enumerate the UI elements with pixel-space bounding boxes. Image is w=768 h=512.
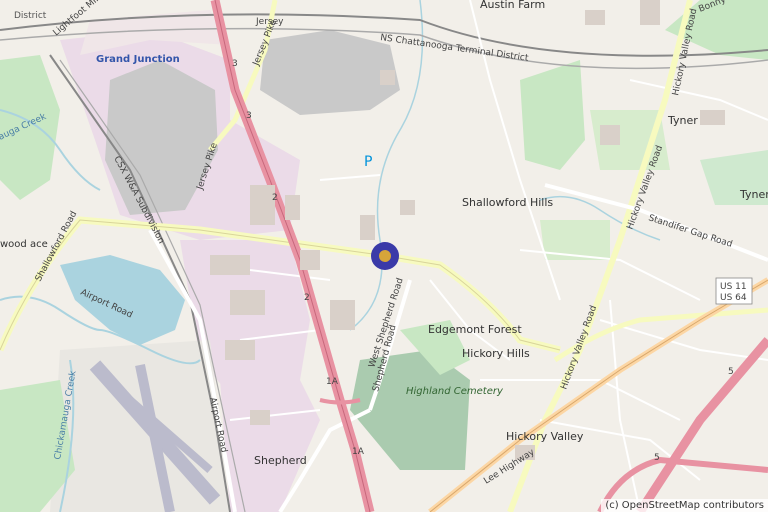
place-label: Austin Farm xyxy=(480,0,545,11)
svg-text:2: 2 xyxy=(304,293,310,303)
place-label: Tyner xyxy=(667,114,698,127)
svg-text:1A: 1A xyxy=(326,377,339,387)
svg-text:1A: 1A xyxy=(352,447,365,457)
us-route-shield: US 11 US 64 xyxy=(715,277,753,305)
svg-text:US 64: US 64 xyxy=(720,293,747,303)
map-layer: 3 3 2 2 1A 1A 5 5 US 11 US 64 P Austin F… xyxy=(0,0,768,512)
place-label: Hickory Hills xyxy=(462,347,530,360)
location-pin-icon[interactable] xyxy=(371,242,399,270)
place-label: Edgemont Forest xyxy=(428,323,522,336)
svg-text:3: 3 xyxy=(232,59,238,69)
svg-text:5: 5 xyxy=(654,453,660,463)
place-label: Highland Cemetery xyxy=(406,386,504,397)
map-canvas[interactable]: 3 3 2 2 1A 1A 5 5 US 11 US 64 P Austin F… xyxy=(0,0,768,512)
place-label: Grand Junction xyxy=(96,54,180,65)
svg-text:3: 3 xyxy=(246,111,252,121)
place-label: Hickory Valley xyxy=(506,430,584,443)
svg-text:US 11: US 11 xyxy=(720,282,747,292)
svg-text:2: 2 xyxy=(272,193,278,203)
svg-text:5: 5 xyxy=(728,367,734,377)
place-label: Shepherd xyxy=(254,454,307,467)
place-label: Shallowford Hills xyxy=(462,196,553,209)
place-label: Tyner xyxy=(739,188,768,201)
place-label: wood ace xyxy=(0,239,48,250)
parking-icon: P xyxy=(364,154,372,170)
attribution[interactable]: (c) OpenStreetMap contributors xyxy=(601,499,768,512)
place-label: District xyxy=(14,11,47,21)
